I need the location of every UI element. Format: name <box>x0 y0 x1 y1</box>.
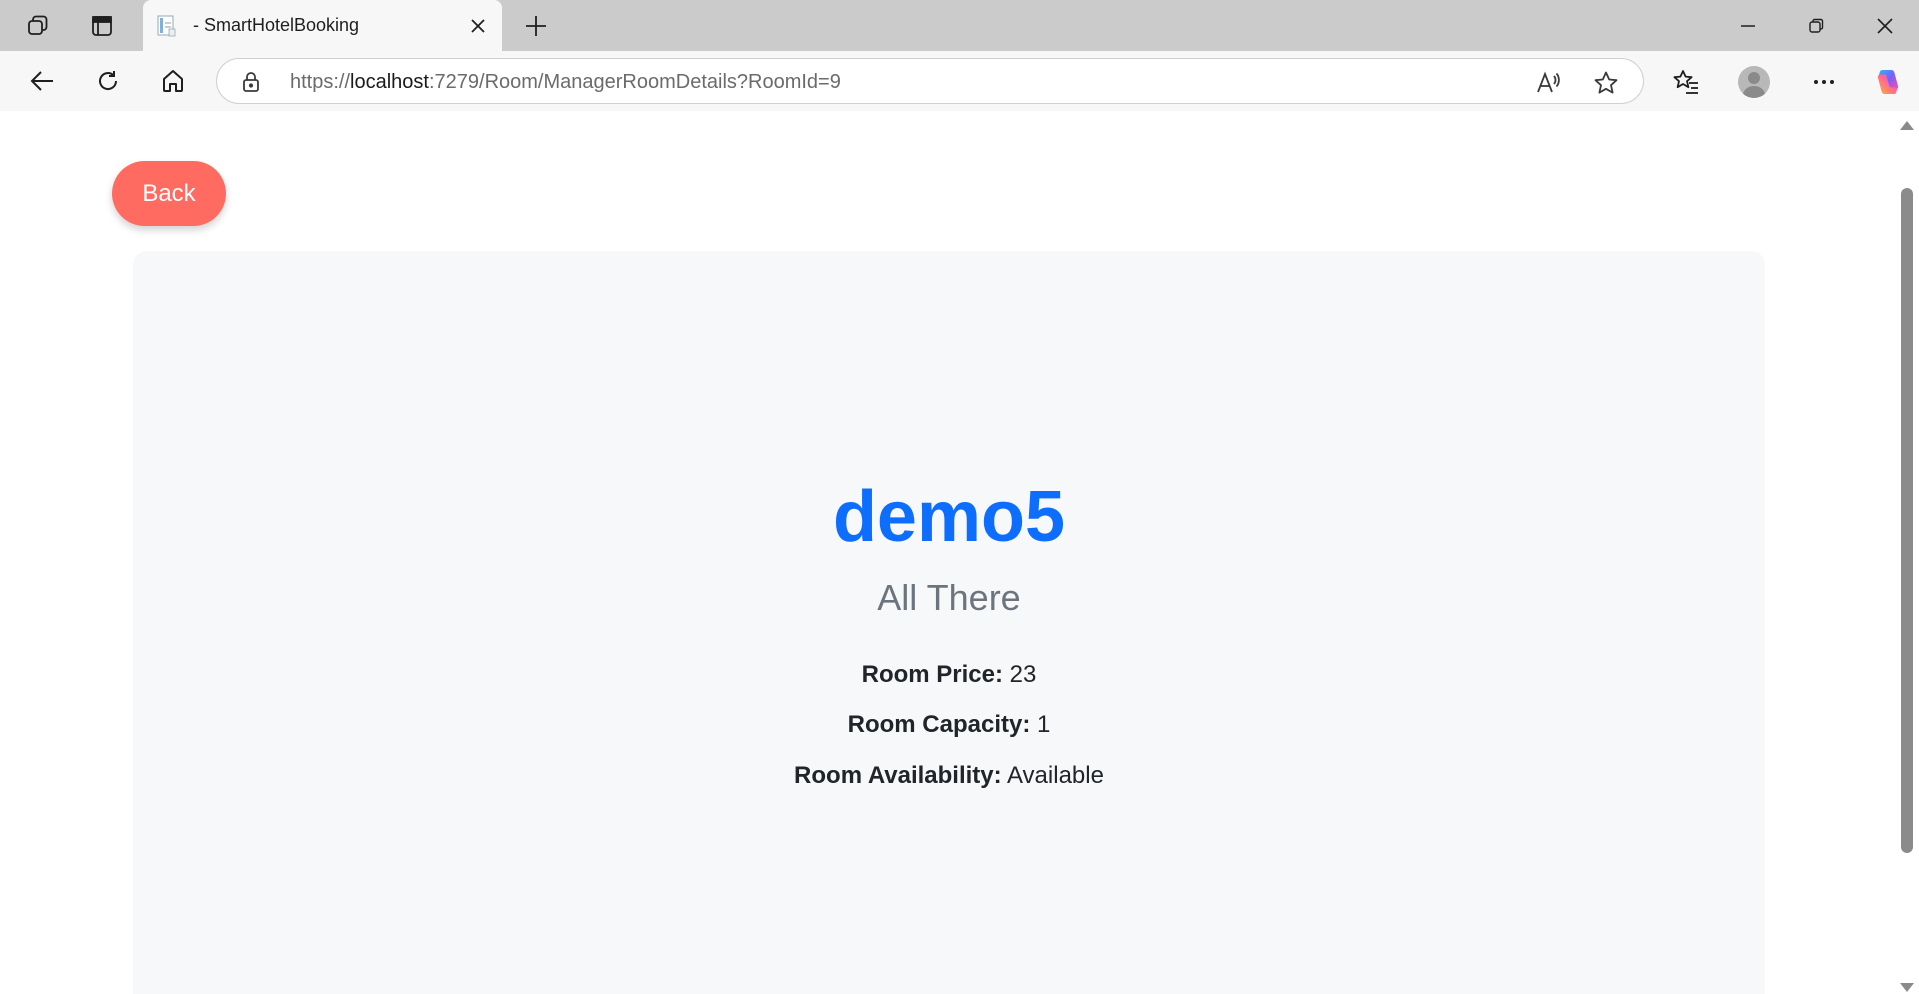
more-options-icon[interactable] <box>1807 65 1841 99</box>
scroll-up-arrow-icon[interactable] <box>1900 121 1914 130</box>
room-price-value: 23 <box>1009 661 1037 688</box>
browser-title-bar: - SmartHotelBooking <box>0 0 1919 51</box>
minimize-button[interactable] <box>1713 0 1783 51</box>
address-bar[interactable]: https://localhost:7279/Room/ManagerRoomD… <box>216 58 1644 104</box>
room-price-label: Room Price: <box>861 661 1003 688</box>
room-description: All There <box>877 577 1021 618</box>
scroll-down-arrow-icon[interactable] <box>1900 983 1914 992</box>
back-button[interactable]: Back <box>112 161 226 226</box>
room-capacity-row: Room Capacity: 1 <box>133 711 1765 739</box>
close-window-button[interactable] <box>1850 0 1919 51</box>
active-tab[interactable]: - SmartHotelBooking <box>143 0 502 51</box>
room-capacity-label: Room Capacity: <box>847 711 1031 738</box>
room-price-row: Room Price: 23 <box>133 661 1765 689</box>
lock-icon[interactable] <box>239 70 263 94</box>
room-name: demo5 <box>832 477 1066 557</box>
home-icon[interactable] <box>155 63 191 99</box>
vertical-scrollbar[interactable] <box>1893 111 1919 994</box>
browser-toolbar: https://localhost:7279/Room/ManagerRoomD… <box>0 51 1919 111</box>
new-tab-button[interactable] <box>520 10 552 42</box>
tab-title: - SmartHotelBooking <box>193 15 360 35</box>
room-details-card: demo5 All There Room Price: 23 Room Capa… <box>133 251 1765 994</box>
page-favicon-icon <box>155 14 179 38</box>
room-capacity-value: 1 <box>1037 711 1051 738</box>
close-tab-icon[interactable] <box>464 12 492 40</box>
url-path: :7279/Room/ManagerRoomDetails?RoomId=9 <box>428 71 841 93</box>
copilot-icon[interactable] <box>1871 65 1905 99</box>
room-availability-value: Available <box>1006 762 1104 789</box>
refresh-icon[interactable] <box>90 63 126 99</box>
workspaces-icon[interactable] <box>25 12 53 40</box>
avatar <box>1738 66 1770 98</box>
back-arrow-icon[interactable] <box>24 63 60 99</box>
favorite-star-icon[interactable] <box>1591 68 1621 98</box>
url-host: localhost <box>350 71 429 93</box>
profile-avatar-icon[interactable] <box>1737 65 1771 99</box>
url-scheme: https:// <box>290 71 351 93</box>
url-text[interactable]: https://localhost:7279/Room/ManagerRoomD… <box>290 71 841 94</box>
room-availability-label: Room Availability: <box>794 762 1002 789</box>
read-aloud-icon[interactable] <box>1533 68 1563 98</box>
favorites-icon[interactable] <box>1669 65 1703 99</box>
scroll-thumb[interactable] <box>1901 188 1913 853</box>
room-availability-row: Room Availability: Available <box>133 762 1765 790</box>
page-viewport: Back demo5 All There Room Price: 23 Room… <box>6 111 1893 994</box>
tab-actions-icon[interactable] <box>88 12 116 40</box>
restore-button[interactable] <box>1781 0 1851 51</box>
